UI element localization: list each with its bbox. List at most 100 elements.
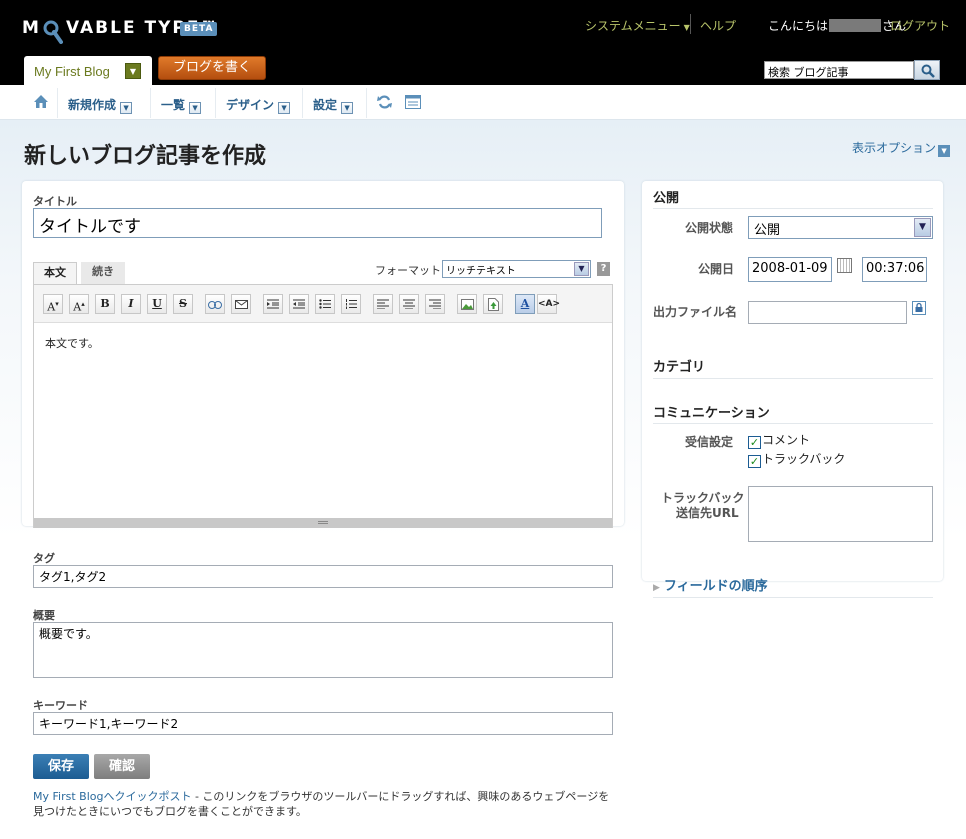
- quickpost-link[interactable]: My First Blogへクイックポスト: [33, 790, 191, 803]
- keywords-input[interactable]: キーワード1,キーワード2: [33, 712, 613, 735]
- publish-date-input[interactable]: 2008-01-09: [748, 257, 832, 282]
- checkbox-checked-icon: ✓: [748, 436, 761, 449]
- bullet-list-button[interactable]: [315, 294, 335, 314]
- text-color-button[interactable]: A: [515, 294, 535, 314]
- chevron-down-icon: ▼: [278, 102, 291, 114]
- align-left-icon: [377, 299, 389, 310]
- link-button[interactable]: [205, 294, 225, 314]
- system-menu-link[interactable]: システムメニュー ▼: [585, 17, 690, 34]
- nav-divider: [215, 88, 216, 118]
- outdent-icon: [293, 299, 305, 309]
- upload-file-icon: [487, 298, 499, 311]
- link-icon: [208, 301, 222, 309]
- format-select[interactable]: リッチテキスト ▼: [442, 260, 591, 278]
- checkbox-checked-icon: ✓: [748, 455, 761, 468]
- outdent-button[interactable]: [289, 294, 309, 314]
- write-entry-button[interactable]: ブログを書く: [158, 56, 266, 80]
- summary-textarea[interactable]: 概要です。: [33, 622, 613, 678]
- tags-input[interactable]: タグ1,タグ2: [33, 565, 613, 588]
- indent-icon: [267, 299, 279, 309]
- preview-button[interactable]: 確認: [94, 754, 150, 779]
- chevron-down-icon: ▼: [938, 145, 951, 157]
- email-link-button[interactable]: [231, 294, 251, 314]
- logo-text-left: M: [22, 18, 41, 38]
- align-center-button[interactable]: [399, 294, 419, 314]
- status-select-value: 公開: [754, 223, 781, 238]
- search-icon: [921, 64, 935, 78]
- nav-design-label: デザイン: [226, 98, 275, 112]
- triangle-right-icon: ▶: [653, 583, 660, 593]
- basename-input[interactable]: [748, 301, 907, 324]
- greeting-prefix: こんにちは: [768, 19, 829, 33]
- nav-design-menu[interactable]: デザイン ▼: [226, 96, 291, 114]
- trackbacks-label: トラックバック: [762, 452, 846, 466]
- editor-toolbar: A▾ A▴ B I U S A <A>: [34, 285, 612, 323]
- home-icon[interactable]: [33, 94, 49, 109]
- publish-heading: 公開: [653, 191, 680, 206]
- nav-list-menu[interactable]: 一覧 ▼: [161, 96, 202, 114]
- nav-divider: [150, 88, 151, 118]
- communication-heading: コミュニケーション: [653, 406, 770, 421]
- help-icon[interactable]: ?: [597, 262, 610, 276]
- nav-new-label: 新規作成: [68, 98, 117, 112]
- editor-resize-handle[interactable]: [34, 518, 612, 528]
- html-mode-button[interactable]: <A>: [537, 294, 560, 314]
- main-nav: 新規作成 ▼ 一覧 ▼ デザイン ▼ 設定 ▼: [0, 85, 966, 120]
- editor-body-text[interactable]: 本文です。: [45, 335, 99, 351]
- align-right-button[interactable]: [425, 294, 445, 314]
- nav-settings-menu[interactable]: 設定 ▼: [313, 96, 354, 114]
- logout-link[interactable]: ログアウト: [890, 17, 950, 34]
- font-larger-button[interactable]: A▴: [69, 294, 89, 314]
- user-greeting: こんにちは さん: [768, 17, 906, 34]
- calendar-icon[interactable]: [837, 258, 852, 273]
- field-order-label: フィールドの順序: [663, 579, 768, 594]
- indent-button[interactable]: [263, 294, 283, 314]
- tab-extended[interactable]: 続き: [81, 262, 125, 285]
- insert-image-button[interactable]: [457, 294, 477, 314]
- italic-button[interactable]: I: [121, 294, 141, 314]
- chevron-down-icon: ▼: [341, 102, 354, 114]
- category-heading: カテゴリ: [653, 360, 706, 375]
- header-divider: [690, 14, 691, 34]
- status-select[interactable]: 公開 ▼: [748, 216, 933, 239]
- summary-label: 概要: [33, 609, 55, 622]
- tab-body[interactable]: 本文: [33, 262, 77, 285]
- image-icon: [460, 299, 474, 310]
- strikethrough-button[interactable]: S: [173, 294, 193, 314]
- nav-new-menu[interactable]: 新規作成 ▼: [68, 96, 133, 114]
- view-site-icon[interactable]: [405, 95, 421, 109]
- field-order-toggle[interactable]: ▶ フィールドの順序: [653, 575, 768, 594]
- display-options-link[interactable]: 表示オプション ▼: [852, 139, 951, 157]
- blog-selector-tab[interactable]: My First Blog ▼: [24, 56, 152, 85]
- rich-text-editor: A▾ A▴ B I U S A <A> 本文です。: [33, 284, 613, 528]
- publish-time-input[interactable]: 00:37:06: [862, 257, 927, 282]
- search-button[interactable]: [914, 60, 940, 80]
- align-right-icon: [429, 299, 441, 310]
- title-input[interactable]: タイトルです: [33, 208, 602, 238]
- underline-button[interactable]: U: [147, 294, 167, 314]
- align-left-button[interactable]: [373, 294, 393, 314]
- lock-icon[interactable]: [912, 301, 926, 315]
- save-button[interactable]: 保存: [33, 754, 89, 779]
- numbered-list-icon: [346, 299, 357, 309]
- insert-file-button[interactable]: [483, 294, 503, 314]
- bold-button[interactable]: B: [95, 294, 115, 314]
- help-link[interactable]: ヘルプ: [700, 17, 736, 34]
- search-input[interactable]: 検索 ブログ記事: [764, 61, 914, 79]
- accept-trackbacks-checkbox[interactable]: ✓ トラックバック: [748, 450, 845, 468]
- accept-comments-checkbox[interactable]: ✓ コメント: [748, 431, 810, 449]
- format-select-value: リッチテキスト: [446, 266, 516, 277]
- section-divider: [653, 423, 933, 424]
- chevron-down-icon[interactable]: ▼: [125, 63, 141, 79]
- numbered-list-button[interactable]: [341, 294, 361, 314]
- title-label: タイトル: [33, 195, 77, 208]
- bookmarklet-note: My First Blogへクイックポスト - このリンクをブラウザのツールバー…: [33, 789, 613, 819]
- rebuild-icon[interactable]: [377, 95, 392, 109]
- section-divider: [653, 208, 933, 209]
- font-smaller-button[interactable]: A▾: [43, 294, 63, 314]
- trackback-url-textarea[interactable]: [748, 486, 933, 542]
- masked-username: [829, 19, 882, 32]
- chevron-down-icon: ▼: [914, 218, 931, 237]
- lock-shape: [915, 302, 923, 312]
- tags-label: タグ: [33, 552, 55, 565]
